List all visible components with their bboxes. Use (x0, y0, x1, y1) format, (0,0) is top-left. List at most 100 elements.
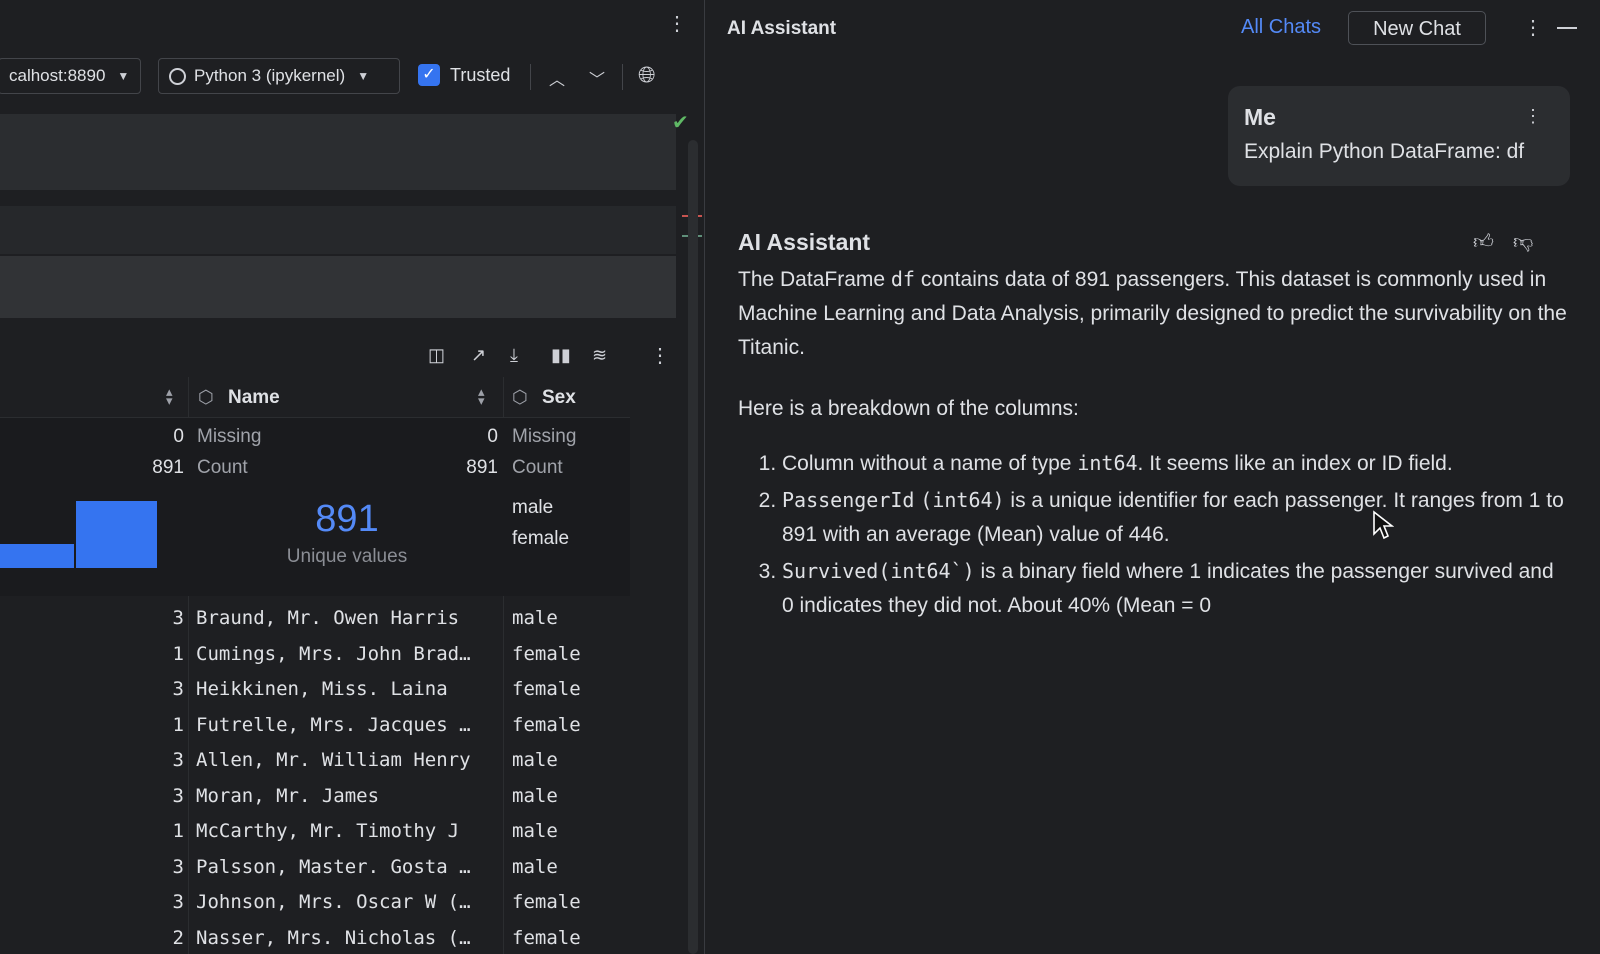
notebook-toolbar: calhost:8890 ▼ Python 3 (ipykernel) ▼ ✓ … (0, 52, 704, 102)
sex-cell: male (512, 820, 558, 842)
download-icon[interactable]: ⤓ (510, 345, 518, 366)
inline-code: PassengerId (782, 488, 915, 512)
inline-code: df (890, 267, 915, 291)
pclass-cell: 1 (172, 820, 184, 842)
text-span: The DataFrame (738, 268, 891, 291)
chart-toggle-icon[interactable]: ▮▮ (551, 345, 571, 366)
name-cell: Allen, Mr. William Henry (196, 749, 471, 771)
list-item: PassengerId (int64) is a unique identifi… (782, 483, 1568, 552)
table-row[interactable]: 1 Cumings, Mrs. John Brad… female (0, 638, 630, 674)
dataframe-more-icon[interactable]: ⋮ (650, 343, 670, 368)
sex-value-female: female (512, 528, 570, 549)
table-row[interactable]: 3 Braund, Mr. Owen Harris male (0, 602, 630, 638)
minimize-icon[interactable] (1557, 27, 1577, 29)
name-count-value: 891 (466, 457, 498, 478)
assistant-response: The DataFrame df contains data of 891 pa… (738, 262, 1568, 625)
toolbar-divider (622, 64, 623, 90)
name-cell: Nasser, Mrs. Nicholas (… (196, 926, 471, 949)
table-row[interactable]: 3 Moran, Mr. James male (0, 780, 630, 816)
chevron-down-icon: ▼ (357, 69, 370, 83)
thumbs-down-icon[interactable]: 👎︎ (1513, 230, 1533, 254)
code-cell[interactable] (0, 256, 676, 318)
message-more-icon[interactable]: ⋮ (1524, 106, 1542, 127)
server-label: calhost:8890 (9, 66, 106, 85)
refresh-icon[interactable]: ≋ (592, 345, 607, 366)
name-cell: Cumings, Mrs. John Brad… (196, 642, 471, 665)
column-header-sex[interactable]: Sex (542, 387, 576, 409)
ai-assistant-panel: AI Assistant All Chats New Chat ⋮ Me ⋮ E… (704, 0, 1600, 954)
panel-more-icon[interactable]: ⋮ (1523, 15, 1543, 40)
pclass-cell: 3 (172, 855, 184, 878)
panel-title: AI Assistant (727, 18, 837, 39)
inline-code: int64 (1077, 451, 1138, 475)
notebook-more-icon[interactable]: ⋮ (667, 14, 687, 34)
editor-scrollbar[interactable] (688, 140, 698, 954)
table-row[interactable]: 3 Allen, Mr. William Henry male (0, 744, 630, 780)
table-row[interactable]: 3 Johnson, Mrs. Oscar W (… female (0, 886, 630, 922)
unique-values-label: Unique values (286, 546, 408, 567)
sex-cell: female (512, 713, 581, 736)
globe-icon[interactable]: 🌐︎ (638, 62, 656, 88)
table-row[interactable]: 1 Futrelle, Mrs. Jacques … female (0, 709, 630, 745)
kernel-selector[interactable]: Python 3 (ipykernel) ▼ (158, 58, 400, 94)
trusted-toggle[interactable]: ✓ Trusted (418, 64, 510, 86)
sex-cell: male (512, 784, 558, 807)
column-header-name[interactable]: Name (228, 387, 280, 409)
count-label: Count (512, 457, 563, 478)
sort-icon[interactable]: ▴ ▾ (478, 385, 485, 407)
dataframe-header-row: ▴ ▾ ⬡ Name ▴ ▾ ⬡ Sex (0, 377, 630, 418)
mouse-cursor-icon (1373, 510, 1394, 540)
new-chat-button[interactable]: New Chat (1348, 11, 1486, 45)
list-item: Column without a name of type int64. It … (782, 446, 1568, 481)
chevron-down-icon[interactable]: ﹀ (589, 66, 605, 90)
table-row[interactable]: 1 McCarthy, Mr. Timothy J male (0, 815, 630, 851)
inline-code: Survived(int64`) (782, 559, 975, 583)
pclass-cell: 3 (172, 891, 184, 913)
cube-icon: ⬡ (198, 387, 214, 407)
table-row[interactable]: 3 Heikkinen, Miss. Laina female (0, 673, 630, 709)
assistant-name: AI Assistant (738, 229, 871, 255)
sort-icon[interactable]: ▴ ▾ (166, 385, 173, 407)
dataframe-viewer: ◫ ↗ ⤓ ▮▮ ≋ ▴ ▾ ⬡ Name ▴ ▾ ⬡ Sex 0 891 Miss… (0, 333, 630, 954)
table-row[interactable]: 3 Palsson, Master. Gosta … male (0, 851, 630, 887)
sex-value-male: male (512, 497, 554, 518)
name-cell: Heikkinen, Miss. Laina (196, 678, 448, 700)
columns-layout-icon[interactable]: ◫ (428, 345, 445, 366)
response-paragraph: Here is a breakdown of the columns: (738, 397, 1079, 420)
checkmark-icon: ✔ (672, 112, 689, 134)
trusted-label: Trusted (450, 64, 511, 85)
kernel-label: Python 3 (ipykernel) (194, 66, 346, 85)
pclass-cell: 3 (172, 678, 184, 700)
user-name: Me (1244, 104, 1276, 130)
sex-cell: female (512, 642, 581, 665)
code-cell[interactable] (0, 206, 676, 254)
sex-cell: female (512, 926, 581, 949)
checkbox-checked-icon[interactable]: ✓ (418, 64, 440, 86)
pclass-cell: 1 (172, 713, 184, 736)
histogram-bar[interactable] (76, 501, 157, 568)
notebook-pane: ⋮ calhost:8890 ▼ Python 3 (ipykernel) ▼ … (0, 0, 704, 954)
text-span: . It seems like an index or ID field. (1137, 452, 1453, 475)
missing-label: Missing (197, 426, 262, 447)
code-cell[interactable] (0, 114, 676, 190)
response-paragraph: The DataFrame df contains data of 891 pa… (738, 262, 1568, 365)
name-cell: McCarthy, Mr. Timothy J (196, 820, 460, 842)
user-message-text: Explain Python DataFrame: df (1244, 140, 1525, 163)
table-row[interactable]: 2 Nasser, Mrs. Nicholas (… female (0, 922, 630, 954)
chevron-up-icon[interactable]: ︿ (549, 66, 565, 90)
server-selector[interactable]: calhost:8890 ▼ (0, 58, 141, 94)
missing-label: Missing (512, 426, 577, 447)
name-cell: Palsson, Master. Gosta … (196, 855, 471, 878)
col0-missing-value: 0 (173, 426, 184, 447)
name-cell: Futrelle, Mrs. Jacques … (196, 713, 471, 736)
unique-values-count: 891 (315, 498, 379, 540)
pclass-cell: 3 (172, 784, 184, 807)
name-cell: Moran, Mr. James (196, 784, 380, 807)
name-missing-value: 0 (487, 426, 498, 447)
columns-list: Column without a name of type int64. It … (738, 446, 1568, 623)
thumbs-up-icon[interactable]: 👍︎ (1473, 230, 1494, 254)
all-chats-link[interactable]: All Chats (1241, 16, 1321, 39)
histogram-bar[interactable] (0, 544, 74, 568)
open-in-editor-icon[interactable]: ↗ (471, 345, 486, 366)
notebook-header: ⋮ (0, 0, 704, 48)
